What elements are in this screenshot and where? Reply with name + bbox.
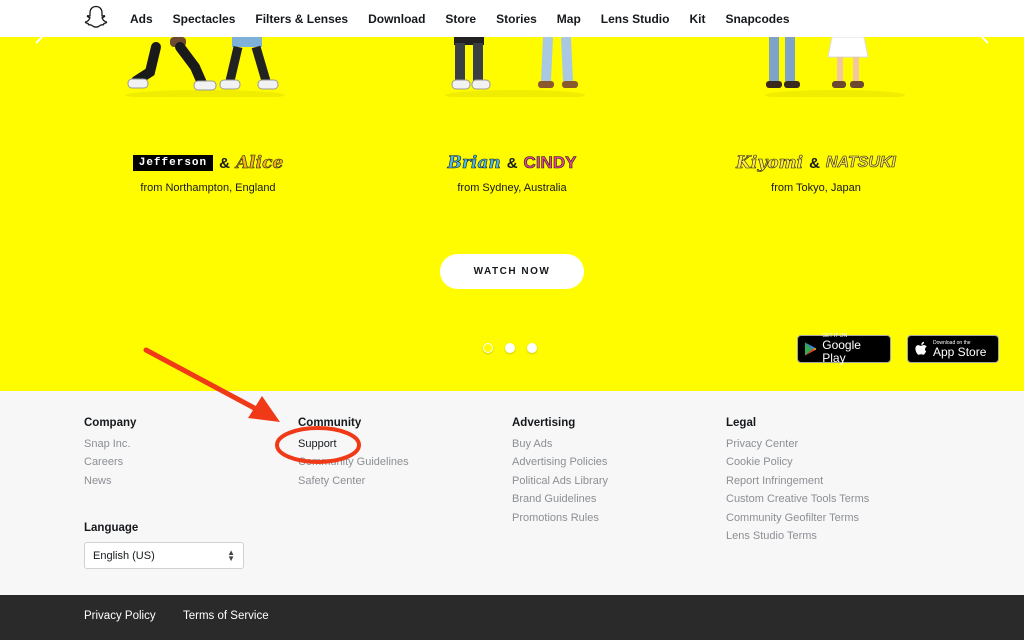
- footer-link-lens-studio-terms[interactable]: Lens Studio Terms: [726, 527, 869, 545]
- carousel-dot-3[interactable]: [527, 343, 537, 353]
- carousel-dot-2[interactable]: [505, 343, 515, 353]
- carousel-dots: [483, 343, 537, 353]
- footer-link-political-ads-library[interactable]: Political Ads Library: [512, 472, 608, 490]
- nav-item-store[interactable]: Store: [445, 12, 476, 26]
- select-arrows-icon: ▲ ▼: [227, 547, 235, 563]
- couple-name-1: Kiyomi: [736, 153, 804, 174]
- footer-link-advertising-policies[interactable]: Advertising Policies: [512, 453, 608, 471]
- footer-column-legal: Legal Privacy Center Cookie Policy Repor…: [726, 417, 869, 545]
- couple-name-2: CINDY: [523, 153, 577, 173]
- footer-link-safety-center[interactable]: Safety Center: [298, 472, 409, 490]
- google-play-badge[interactable]: GET IT ON Google Play: [797, 333, 891, 365]
- language-section: Language English (US) ▲ ▼: [84, 522, 244, 569]
- footer-link-news[interactable]: News: [84, 472, 136, 490]
- language-selected-value: English (US): [93, 549, 155, 562]
- google-play-icon: [804, 342, 817, 356]
- footer: Company Snap Inc. Careers News Community…: [0, 391, 1024, 595]
- footer-link-promotions-rules[interactable]: Promotions Rules: [512, 509, 608, 527]
- couple-location: from Northampton, England: [140, 182, 276, 194]
- nav-item-download[interactable]: Download: [368, 12, 425, 26]
- watch-now-button[interactable]: WATCH NOW: [440, 254, 584, 289]
- couple-card-2: Brian & CINDY from Sydney, Australia: [362, 151, 662, 194]
- nav-item-spectacles[interactable]: Spectacles: [173, 12, 236, 26]
- app-store-big-text: App Store: [933, 344, 987, 359]
- footer-link-brand-guidelines[interactable]: Brand Guidelines: [512, 490, 608, 508]
- bitmoji-kiyomi-natsuki-illustration: [765, 37, 905, 97]
- couple-card-1: Jefferson & Alice from Northampton, Engl…: [58, 151, 358, 194]
- couple-location: from Tokyo, Japan: [771, 182, 861, 194]
- footer-heading: Advertising: [512, 417, 576, 429]
- carousel-next-icon[interactable]: [978, 37, 992, 51]
- couple-location: from Sydney, Australia: [457, 182, 567, 194]
- footer-link-privacy-center[interactable]: Privacy Center: [726, 435, 869, 453]
- couple-name-1: Brian: [447, 153, 501, 174]
- apple-icon: [915, 341, 927, 355]
- nav-item-filters-lenses[interactable]: Filters & Lenses: [255, 12, 348, 26]
- language-select[interactable]: English (US) ▲ ▼: [84, 542, 244, 569]
- footer-link-community-geofilter-terms[interactable]: Community Geofilter Terms: [726, 509, 869, 527]
- footer-heading: Community: [298, 417, 362, 429]
- footer-link-careers[interactable]: Careers: [84, 453, 136, 471]
- carousel-dot-1[interactable]: [483, 343, 493, 353]
- google-play-big-text: Google Play: [822, 338, 861, 365]
- couple-name-1: Jefferson: [132, 155, 214, 171]
- bitmoji-brian-cindy-illustration: [445, 37, 585, 97]
- couple-card-3: Kiyomi & NATSUKI from Tokyo, Japan: [666, 151, 966, 194]
- couple-name-2: Alice: [235, 153, 284, 174]
- nav-item-map[interactable]: Map: [557, 12, 581, 26]
- footer-link-community-guidelines[interactable]: Community Guidelines: [298, 453, 409, 471]
- footer-column-advertising: Advertising Buy Ads Advertising Policies…: [512, 417, 608, 527]
- footer-link-custom-creative-tools-terms[interactable]: Custom Creative Tools Terms: [726, 490, 869, 508]
- footer-link-snap-inc[interactable]: Snap Inc.: [84, 435, 136, 453]
- top-nav: Ads Spectacles Filters & Lenses Download…: [0, 0, 1024, 37]
- footer-link-cookie-policy[interactable]: Cookie Policy: [726, 453, 869, 471]
- couple-amp: &: [219, 154, 230, 172]
- footer-link-support[interactable]: Support: [298, 435, 409, 453]
- footer-column-company: Company Snap Inc. Careers News: [84, 417, 136, 490]
- terms-of-service-link[interactable]: Terms of Service: [183, 610, 269, 622]
- privacy-policy-link[interactable]: Privacy Policy: [84, 610, 156, 622]
- snapchat-ghost-icon[interactable]: [84, 5, 108, 31]
- carousel-prev-icon[interactable]: [32, 37, 46, 51]
- footer-link-buy-ads[interactable]: Buy Ads: [512, 435, 608, 453]
- language-heading: Language: [84, 522, 139, 534]
- footer-heading: Legal: [726, 417, 757, 429]
- nav-item-snapcodes[interactable]: Snapcodes: [725, 12, 789, 26]
- bitmoji-jefferson-alice-illustration: [125, 37, 285, 97]
- nav-item-ads[interactable]: Ads: [130, 12, 153, 26]
- hero-carousel: Jefferson & Alice from Northampton, Engl…: [0, 37, 1024, 391]
- nav-item-kit[interactable]: Kit: [689, 12, 705, 26]
- footer-column-community: Community Support Community Guidelines S…: [298, 417, 409, 490]
- footer-link-report-infringement[interactable]: Report Infringement: [726, 472, 869, 490]
- nav-menu: Ads Spectacles Filters & Lenses Download…: [130, 0, 810, 37]
- couple-amp: &: [809, 154, 820, 172]
- nav-item-stories[interactable]: Stories: [496, 12, 537, 26]
- couple-name-2: NATSUKI: [825, 154, 897, 172]
- footer-heading: Company: [84, 417, 137, 429]
- couple-amp: &: [506, 154, 518, 172]
- bottom-bar: Privacy Policy Terms of Service: [0, 595, 1024, 640]
- app-store-badge[interactable]: Download on the App Store: [907, 335, 999, 363]
- nav-item-lens-studio[interactable]: Lens Studio: [601, 12, 670, 26]
